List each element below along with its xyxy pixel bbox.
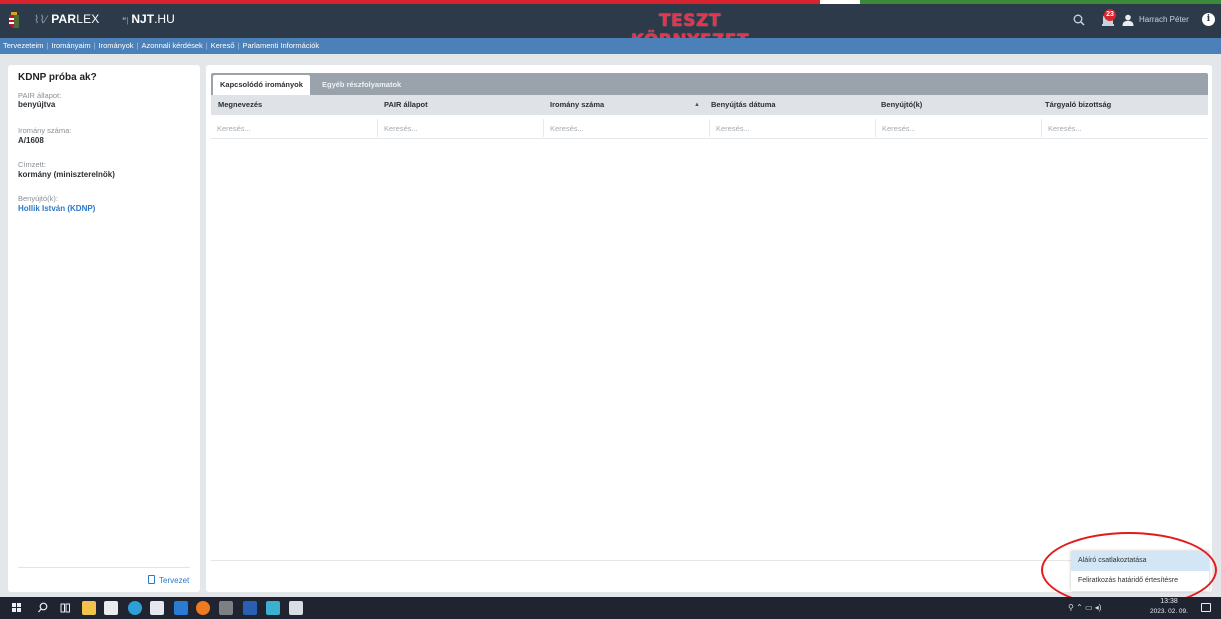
related-documents-panel: Kapcsolódó irományok Egyéb részfolyamato… <box>206 65 1212 592</box>
filter-name-input[interactable] <box>211 119 377 137</box>
column-header-submitters[interactable]: Benyújtó(k) <box>881 95 922 115</box>
document-details-panel: KDNP próba ak? PAIR állapot: benyújtva I… <box>8 65 200 592</box>
table-header: Megnevezés PAIR állapot Iromány száma ▲ … <box>211 95 1208 115</box>
action-center-icon[interactable] <box>1201 603 1211 612</box>
user-icon[interactable] <box>1122 14 1134 26</box>
user-name[interactable]: Harrach Péter <box>1139 15 1189 24</box>
notification-count-badge[interactable]: 23 <box>1104 9 1116 21</box>
table-filter-row <box>211 117 1208 139</box>
pair-status-label: PAIR állapot: <box>18 91 62 100</box>
document-number-value: A/1608 <box>18 136 44 145</box>
njt-logo-part1: NJT <box>131 12 155 26</box>
outlook-icon[interactable] <box>174 601 188 615</box>
top-bar: ⌇⌇∕PARLEX ❝|NJT.HU TESZT KÖRNYEZET 23 Ha… <box>0 0 1221 38</box>
file-explorer-icon[interactable] <box>82 601 96 615</box>
column-header-submission-date[interactable]: Benyújtás dátuma <box>711 95 776 115</box>
nav-separator: | <box>205 41 208 50</box>
column-header-name[interactable]: Megnevezés <box>218 95 262 115</box>
flag-stripe-white <box>820 0 860 4</box>
draft-button[interactable]: Tervezet <box>148 575 189 585</box>
search-icon[interactable] <box>1073 14 1085 26</box>
filter-committee-input[interactable] <box>1041 119 1207 137</box>
info-icon[interactable]: i <box>1202 13 1215 26</box>
parlex-wave-icon: ⌇⌇∕ <box>34 14 48 26</box>
addressee-value: kormány (miniszterelnök) <box>18 170 115 179</box>
app-icon[interactable] <box>289 601 303 615</box>
parlex-logo[interactable]: ⌇⌇∕ PARLEX <box>34 12 100 26</box>
windows-taskbar: ⚲ ⌃ ▭ ◂) 13:38 2023. 02. 09. <box>0 597 1221 619</box>
filter-submitters-input[interactable] <box>875 119 1041 137</box>
task-view-icon[interactable] <box>58 601 72 615</box>
taskbar-clock-date[interactable]: 2023. 02. 09. <box>1150 608 1188 615</box>
addressee-label: Címzett: <box>18 160 46 169</box>
document-number-label: Iromány száma: <box>18 126 72 135</box>
mail-icon[interactable] <box>150 601 164 615</box>
nav-item-kereso[interactable]: Kereső <box>211 41 235 50</box>
tab-other-subprocesses[interactable]: Egyéb részfolyamatok <box>315 75 408 95</box>
chrome-icon[interactable] <box>219 601 233 615</box>
nav-item-azonnali-kerdesek[interactable]: Azonnali kérdések <box>142 41 203 50</box>
taskbar-clock-time[interactable]: 13:38 <box>1152 598 1186 605</box>
edge-icon[interactable] <box>128 601 142 615</box>
njt-logo-part2: .HU <box>154 12 175 26</box>
environment-title: TESZT KÖRNYEZET <box>631 11 749 38</box>
draft-button-label: Tervezet <box>159 576 190 585</box>
column-header-pair-status[interactable]: PAIR állapot <box>384 95 428 115</box>
parlex-logo-part2: LEX <box>76 12 100 26</box>
tab-bar: Kapcsolódó irományok Egyéb részfolyamato… <box>211 73 1208 95</box>
firefox-icon[interactable] <box>196 601 210 615</box>
flag-stripe-red <box>0 0 820 4</box>
document-title: KDNP próba ak? <box>18 72 97 83</box>
nav-item-tervezeteim[interactable]: Tervezeteim <box>3 41 43 50</box>
filter-document-number-input[interactable] <box>543 119 709 137</box>
njt-logo[interactable]: ❝| NJT.HU <box>122 12 175 26</box>
filter-pair-status-input[interactable] <box>377 119 543 137</box>
tab-related-documents[interactable]: Kapcsolódó irományok <box>213 75 310 95</box>
njt-mark-icon: ❝| <box>122 16 129 25</box>
taskbar-search-icon[interactable] <box>36 601 50 615</box>
nav-item-iromanyaim[interactable]: Irományaim <box>51 41 90 50</box>
nav-item-iromanyok[interactable]: Irományok <box>99 41 134 50</box>
submitter-label: Benyújtó(k): <box>18 194 59 203</box>
store-icon[interactable] <box>104 601 118 615</box>
parlex-logo-part1: PAR <box>51 12 77 26</box>
nav-separator: | <box>46 41 49 50</box>
pair-status-value: benyújtva <box>18 100 56 109</box>
panel-divider <box>18 567 190 568</box>
main-navigation: Tervezeteim | Irományaim | Irományok | Azonnal… <box>0 38 1221 54</box>
system-tray-icons[interactable]: ⚲ ⌃ ▭ ◂) <box>1068 603 1101 612</box>
windows-start-icon[interactable] <box>12 603 22 613</box>
nav-separator: | <box>93 41 96 50</box>
sway-icon[interactable] <box>266 601 280 615</box>
filter-submission-date-input[interactable] <box>709 119 875 137</box>
submitter-link[interactable]: Hollik István (KDNP) <box>18 204 95 213</box>
coat-of-arms-icon <box>9 12 19 28</box>
nav-item-parlamenti-informaciok[interactable]: Parlamenti Információk <box>242 41 319 50</box>
nav-separator: | <box>237 41 240 50</box>
sort-ascending-icon[interactable]: ▲ <box>694 95 700 115</box>
column-header-document-number[interactable]: Iromány száma <box>550 95 604 115</box>
nav-separator: | <box>136 41 139 50</box>
document-icon <box>148 575 155 584</box>
flag-stripe-green <box>860 0 1221 4</box>
word-icon[interactable] <box>243 601 257 615</box>
column-header-committee[interactable]: Tárgyaló bizottság <box>1045 95 1111 115</box>
